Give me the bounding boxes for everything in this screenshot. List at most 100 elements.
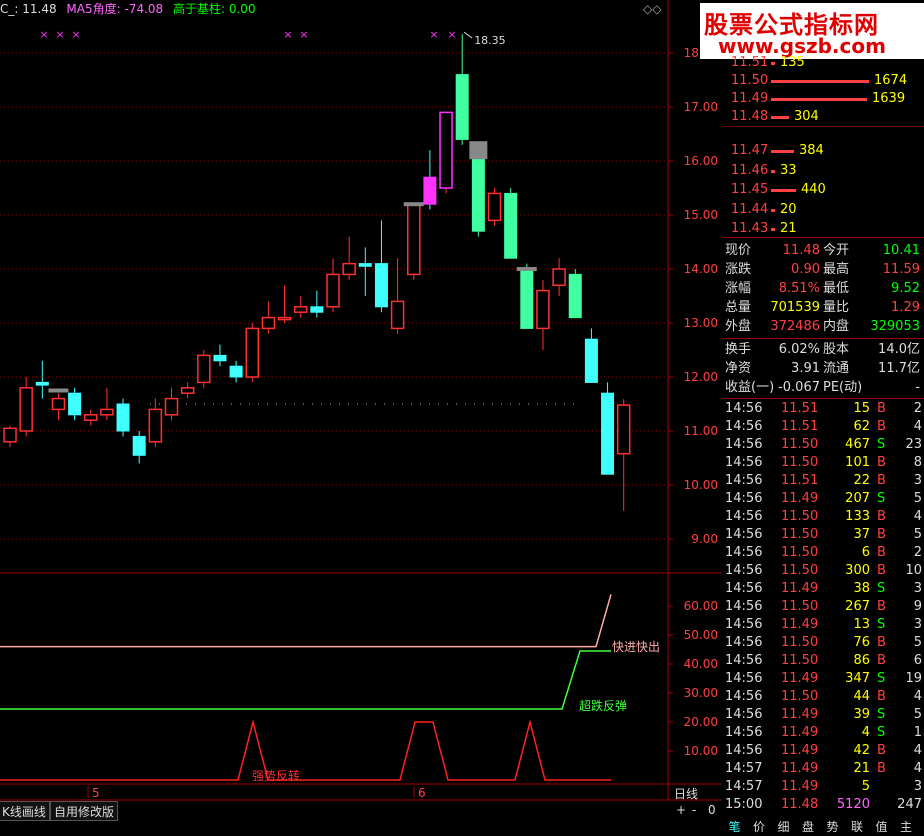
candle [358, 247, 372, 296]
right-tab-3[interactable]: 盘 [797, 818, 820, 836]
right-tab-4[interactable]: 势 [821, 818, 844, 836]
kline-chart[interactable]: ×××××××18.35 18.0017.0016.0015.0014.0013… [0, 0, 722, 820]
candle [148, 398, 163, 448]
tick-row[interactable]: 14:56 11.51 62 B 4 [723, 418, 924, 436]
tick-row[interactable]: 14:56 11.49 39 S 5 [723, 706, 924, 724]
right-tab-6[interactable]: 值 [870, 818, 893, 836]
order-volume-bar [771, 116, 789, 119]
candle [536, 279, 550, 350]
candle [277, 285, 292, 323]
tick-row[interactable]: 14:56 11.50 467 S 23 [723, 436, 924, 454]
tick-price: 11.50 [781, 689, 819, 704]
candle [310, 290, 324, 318]
tick-row[interactable]: 14:56 11.50 300 B 10 [723, 562, 924, 580]
tick-row[interactable]: 14:56 11.50 267 B 9 [723, 598, 924, 616]
zoom-in-button[interactable]: + [676, 802, 686, 818]
tick-volume: 42 [853, 743, 870, 758]
tick-volume: 5 [861, 779, 870, 794]
tick-list[interactable]: 14:56 11.51 15 B 2 14:56 11.51 62 B 4 14:5… [723, 400, 924, 818]
tick-row[interactable]: 14:56 11.51 15 B 2 [723, 400, 924, 418]
tick-volume: 6 [861, 545, 870, 560]
tick-row[interactable]: 14:56 11.49 42 B 4 [723, 742, 924, 760]
tick-side: B [877, 761, 886, 776]
quote-label: 现价 [725, 243, 752, 258]
tick-price: 11.49 [781, 581, 819, 596]
order-price: 11.46 [731, 162, 769, 178]
candle [213, 344, 227, 367]
candle [568, 269, 582, 319]
tick-row[interactable]: 14:56 11.50 133 B 4 [723, 508, 924, 526]
tick-time: 14:56 [725, 527, 763, 542]
tick-volume: 44 [853, 689, 870, 704]
tick-count: 5 [913, 491, 922, 506]
zoom-out-button[interactable]: - [692, 802, 696, 818]
order-book-row[interactable]: 11.51 135 [723, 54, 924, 72]
tick-volume: 62 [853, 419, 870, 434]
right-tab-1[interactable]: 价 [748, 818, 771, 836]
tick-count: 5 [913, 635, 922, 650]
tick-row[interactable]: 14:57 11.49 21 B 4 [723, 760, 924, 778]
quote-label: 最高 [823, 262, 850, 277]
order-book-row[interactable]: 11.44 20 [723, 201, 924, 219]
right-tab-0[interactable]: 笔 [723, 818, 746, 836]
tick-row[interactable]: 14:56 11.49 4 S 1 [723, 724, 924, 742]
tick-row[interactable]: 14:56 11.50 76 B 5 [723, 634, 924, 652]
order-book-row[interactable]: 11.49 1639 [723, 90, 924, 108]
tick-volume: 39 [853, 707, 870, 722]
tick-price: 11.50 [781, 563, 819, 578]
period-label[interactable]: 日线 [674, 785, 698, 802]
zoom-reset-button[interactable]: 0 [708, 802, 716, 818]
tick-volume: 347 [845, 671, 870, 686]
right-tab-7[interactable]: 主 [895, 818, 918, 836]
order-book-row[interactable]: 11.47 384 [723, 142, 924, 160]
candle [326, 258, 340, 313]
order-book-row[interactable]: 11.43 21 [723, 220, 924, 238]
tick-row[interactable]: 14:56 11.49 13 S 3 [723, 616, 924, 634]
tick-row[interactable]: 14:56 11.49 207 S 5 [723, 490, 924, 508]
tab-custom-version[interactable]: 自用修改版 [50, 801, 119, 821]
candle [407, 203, 421, 280]
fund-value: 11.7亿 [878, 361, 920, 376]
order-book-row[interactable]: 11.46 33 [723, 162, 924, 180]
candle [197, 350, 211, 388]
tick-row[interactable]: 14:56 11.50 44 B 4 [723, 688, 924, 706]
tick-row[interactable]: 14:56 11.50 86 B 6 [723, 652, 924, 670]
quote-value: 10.41 [882, 243, 920, 258]
order-book-row[interactable]: 11.45 440 [723, 181, 924, 199]
ticker-label: C_: 11.48 [0, 2, 57, 16]
tick-row[interactable]: 14:56 11.50 37 B 5 [723, 526, 924, 544]
quote-value: 11.59 [882, 262, 920, 277]
window-toggle-icon[interactable]: ◇◇ [643, 2, 661, 16]
quote-value: 11.48 [782, 243, 820, 258]
fund-value: 6.02% [778, 342, 820, 357]
tick-row[interactable]: 14:57 11.49 5 3 [723, 778, 924, 796]
tick-price: 11.50 [781, 545, 819, 560]
tick-count: 23 [905, 437, 922, 452]
tick-time: 14:56 [725, 617, 763, 632]
tick-row[interactable]: 14:56 11.49 38 S 3 [723, 580, 924, 598]
tick-price: 11.49 [781, 671, 819, 686]
order-volume: 304 [794, 109, 819, 124]
right-tab-5[interactable]: 联 [846, 818, 869, 836]
tick-row[interactable]: 14:56 11.51 22 B 3 [723, 472, 924, 490]
tick-row[interactable]: 15:00 11.48 5120 247 [723, 796, 924, 814]
quote-value: 372486 [770, 319, 820, 334]
tick-time: 14:56 [725, 599, 763, 614]
price-axis-label: 16.00 [684, 154, 718, 168]
quote-value: 701539 [770, 300, 820, 315]
tick-price: 11.48 [781, 797, 819, 812]
order-price: 11.45 [731, 182, 769, 197]
candle [261, 301, 276, 334]
tick-row[interactable]: 14:56 11.50 101 B 8 [723, 454, 924, 472]
fund-label: 股本 [823, 342, 850, 357]
order-book-row[interactable]: 11.48 304 [723, 108, 924, 126]
candle [520, 263, 534, 329]
tick-volume: 86 [853, 653, 870, 668]
tick-row[interactable]: 14:56 11.49 347 S 19 [723, 670, 924, 688]
tick-row[interactable]: 14:56 11.50 6 B 2 [723, 544, 924, 562]
tick-time: 14:56 [725, 653, 763, 668]
tab-kline-draw[interactable]: K线画线 [0, 801, 50, 821]
right-tab-2[interactable]: 细 [772, 818, 795, 836]
order-book-row[interactable]: 11.50 1674 [723, 72, 924, 90]
tick-time: 14:56 [725, 671, 763, 686]
